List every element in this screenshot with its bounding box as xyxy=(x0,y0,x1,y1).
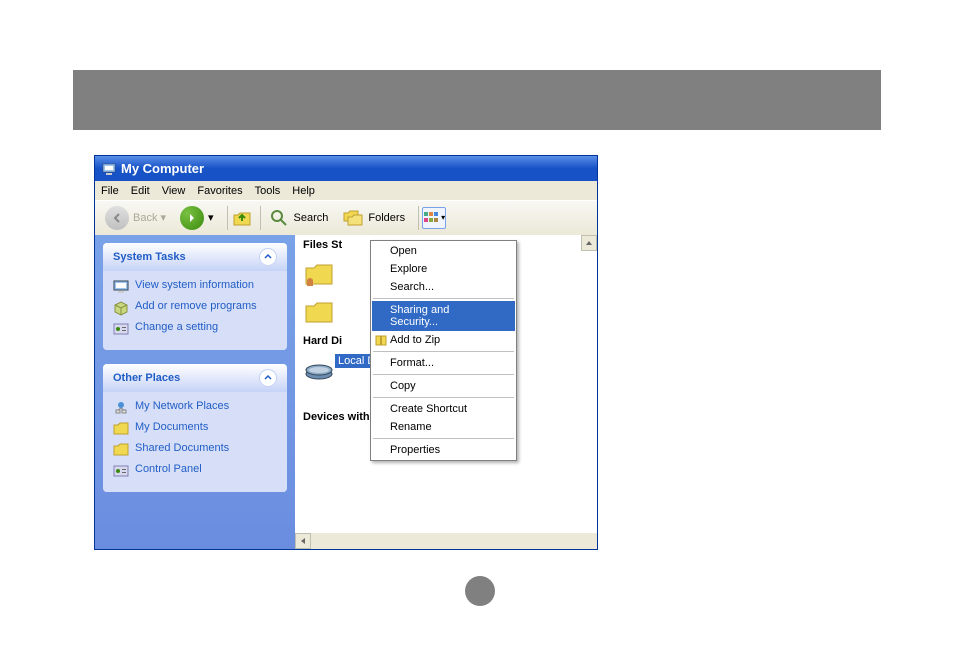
sidebar: System Tasks View system information Add… xyxy=(95,235,295,549)
change-setting[interactable]: Change a setting xyxy=(113,321,277,337)
ctx-format[interactable]: Format... xyxy=(372,354,515,372)
scroll-up-button[interactable] xyxy=(581,235,597,251)
ctx-properties[interactable]: Properties xyxy=(372,441,515,459)
views-icon xyxy=(423,211,439,225)
other-places-body: My Network Places My Documents Shared Do… xyxy=(103,392,287,492)
network-icon xyxy=(113,400,129,416)
ctx-create-shortcut[interactable]: Create Shortcut xyxy=(372,400,515,418)
up-folder-button[interactable] xyxy=(231,207,253,229)
ctx-search[interactable]: Search... xyxy=(372,278,515,296)
box-icon xyxy=(113,300,129,316)
ctx-separator xyxy=(373,397,514,398)
add-remove-programs[interactable]: Add or remove programs xyxy=(113,300,277,316)
folders-button[interactable]: Folders xyxy=(338,205,409,231)
my-computer-icon xyxy=(101,161,117,177)
menu-file[interactable]: File xyxy=(101,185,119,197)
content-area: System Tasks View system information Add… xyxy=(95,235,597,549)
hard-disk-icon xyxy=(303,354,335,386)
ctx-sharing-security[interactable]: Sharing and Security... xyxy=(372,301,515,331)
window-title: My Computer xyxy=(121,161,204,176)
view-system-info[interactable]: View system information xyxy=(113,279,277,295)
ctx-add-to-zip[interactable]: Add to Zip xyxy=(372,331,515,349)
ctx-separator xyxy=(373,438,514,439)
forward-button[interactable]: ▾ xyxy=(176,204,218,232)
search-button[interactable]: Search xyxy=(264,205,333,231)
system-tasks-header[interactable]: System Tasks xyxy=(103,243,287,271)
ctx-explore[interactable]: Explore xyxy=(372,260,515,278)
other-places-panel: Other Places My Network Places My Docume… xyxy=(103,364,287,492)
scroll-left-button[interactable] xyxy=(295,533,311,549)
folder-icon xyxy=(113,442,129,458)
ctx-open[interactable]: Open xyxy=(372,242,515,260)
gray-circle xyxy=(465,576,495,606)
ctx-copy[interactable]: Copy xyxy=(372,377,515,395)
control-icon xyxy=(113,463,129,479)
forward-icon xyxy=(180,206,204,230)
search-icon xyxy=(268,207,290,229)
ctx-rename[interactable]: Rename xyxy=(372,418,515,436)
views-button[interactable]: ▾ xyxy=(422,207,446,229)
monitor-icon xyxy=(113,279,129,295)
menu-tools[interactable]: Tools xyxy=(255,185,281,197)
folder-icon xyxy=(113,421,129,437)
menu-edit[interactable]: Edit xyxy=(131,185,150,197)
folders-icon xyxy=(342,207,364,229)
other-places-header[interactable]: Other Places xyxy=(103,364,287,392)
context-menu: Open Explore Search... Sharing and Secur… xyxy=(370,240,517,461)
shared-folder-icon xyxy=(303,258,335,290)
horizontal-scrollbar[interactable] xyxy=(295,533,597,549)
ctx-separator xyxy=(373,351,514,352)
title-bar: My Computer xyxy=(95,156,597,181)
toolbar: Back ▾ ▾ Search Folders xyxy=(95,201,597,235)
back-icon xyxy=(105,206,129,230)
system-tasks-panel: System Tasks View system information Add… xyxy=(103,243,287,350)
menu-bar: File Edit View Favorites Tools Help xyxy=(95,181,597,201)
gray-header-bar xyxy=(73,70,881,130)
shared-documents[interactable]: Shared Documents xyxy=(113,442,277,458)
menu-view[interactable]: View xyxy=(162,185,186,197)
control-icon xyxy=(113,321,129,337)
control-panel[interactable]: Control Panel xyxy=(113,463,277,479)
zip-icon xyxy=(374,333,388,347)
folder-icon xyxy=(303,296,335,328)
menu-help[interactable]: Help xyxy=(292,185,315,197)
system-tasks-body: View system information Add or remove pr… xyxy=(103,271,287,350)
my-network-places[interactable]: My Network Places xyxy=(113,400,277,416)
explorer-window: My Computer File Edit View Favorites Too… xyxy=(94,155,598,550)
ctx-separator xyxy=(373,374,514,375)
ctx-separator xyxy=(373,298,514,299)
menu-favorites[interactable]: Favorites xyxy=(197,185,242,197)
collapse-icon[interactable] xyxy=(259,248,277,266)
my-documents[interactable]: My Documents xyxy=(113,421,277,437)
back-button: Back ▾ xyxy=(101,204,170,232)
collapse-icon[interactable] xyxy=(259,369,277,387)
